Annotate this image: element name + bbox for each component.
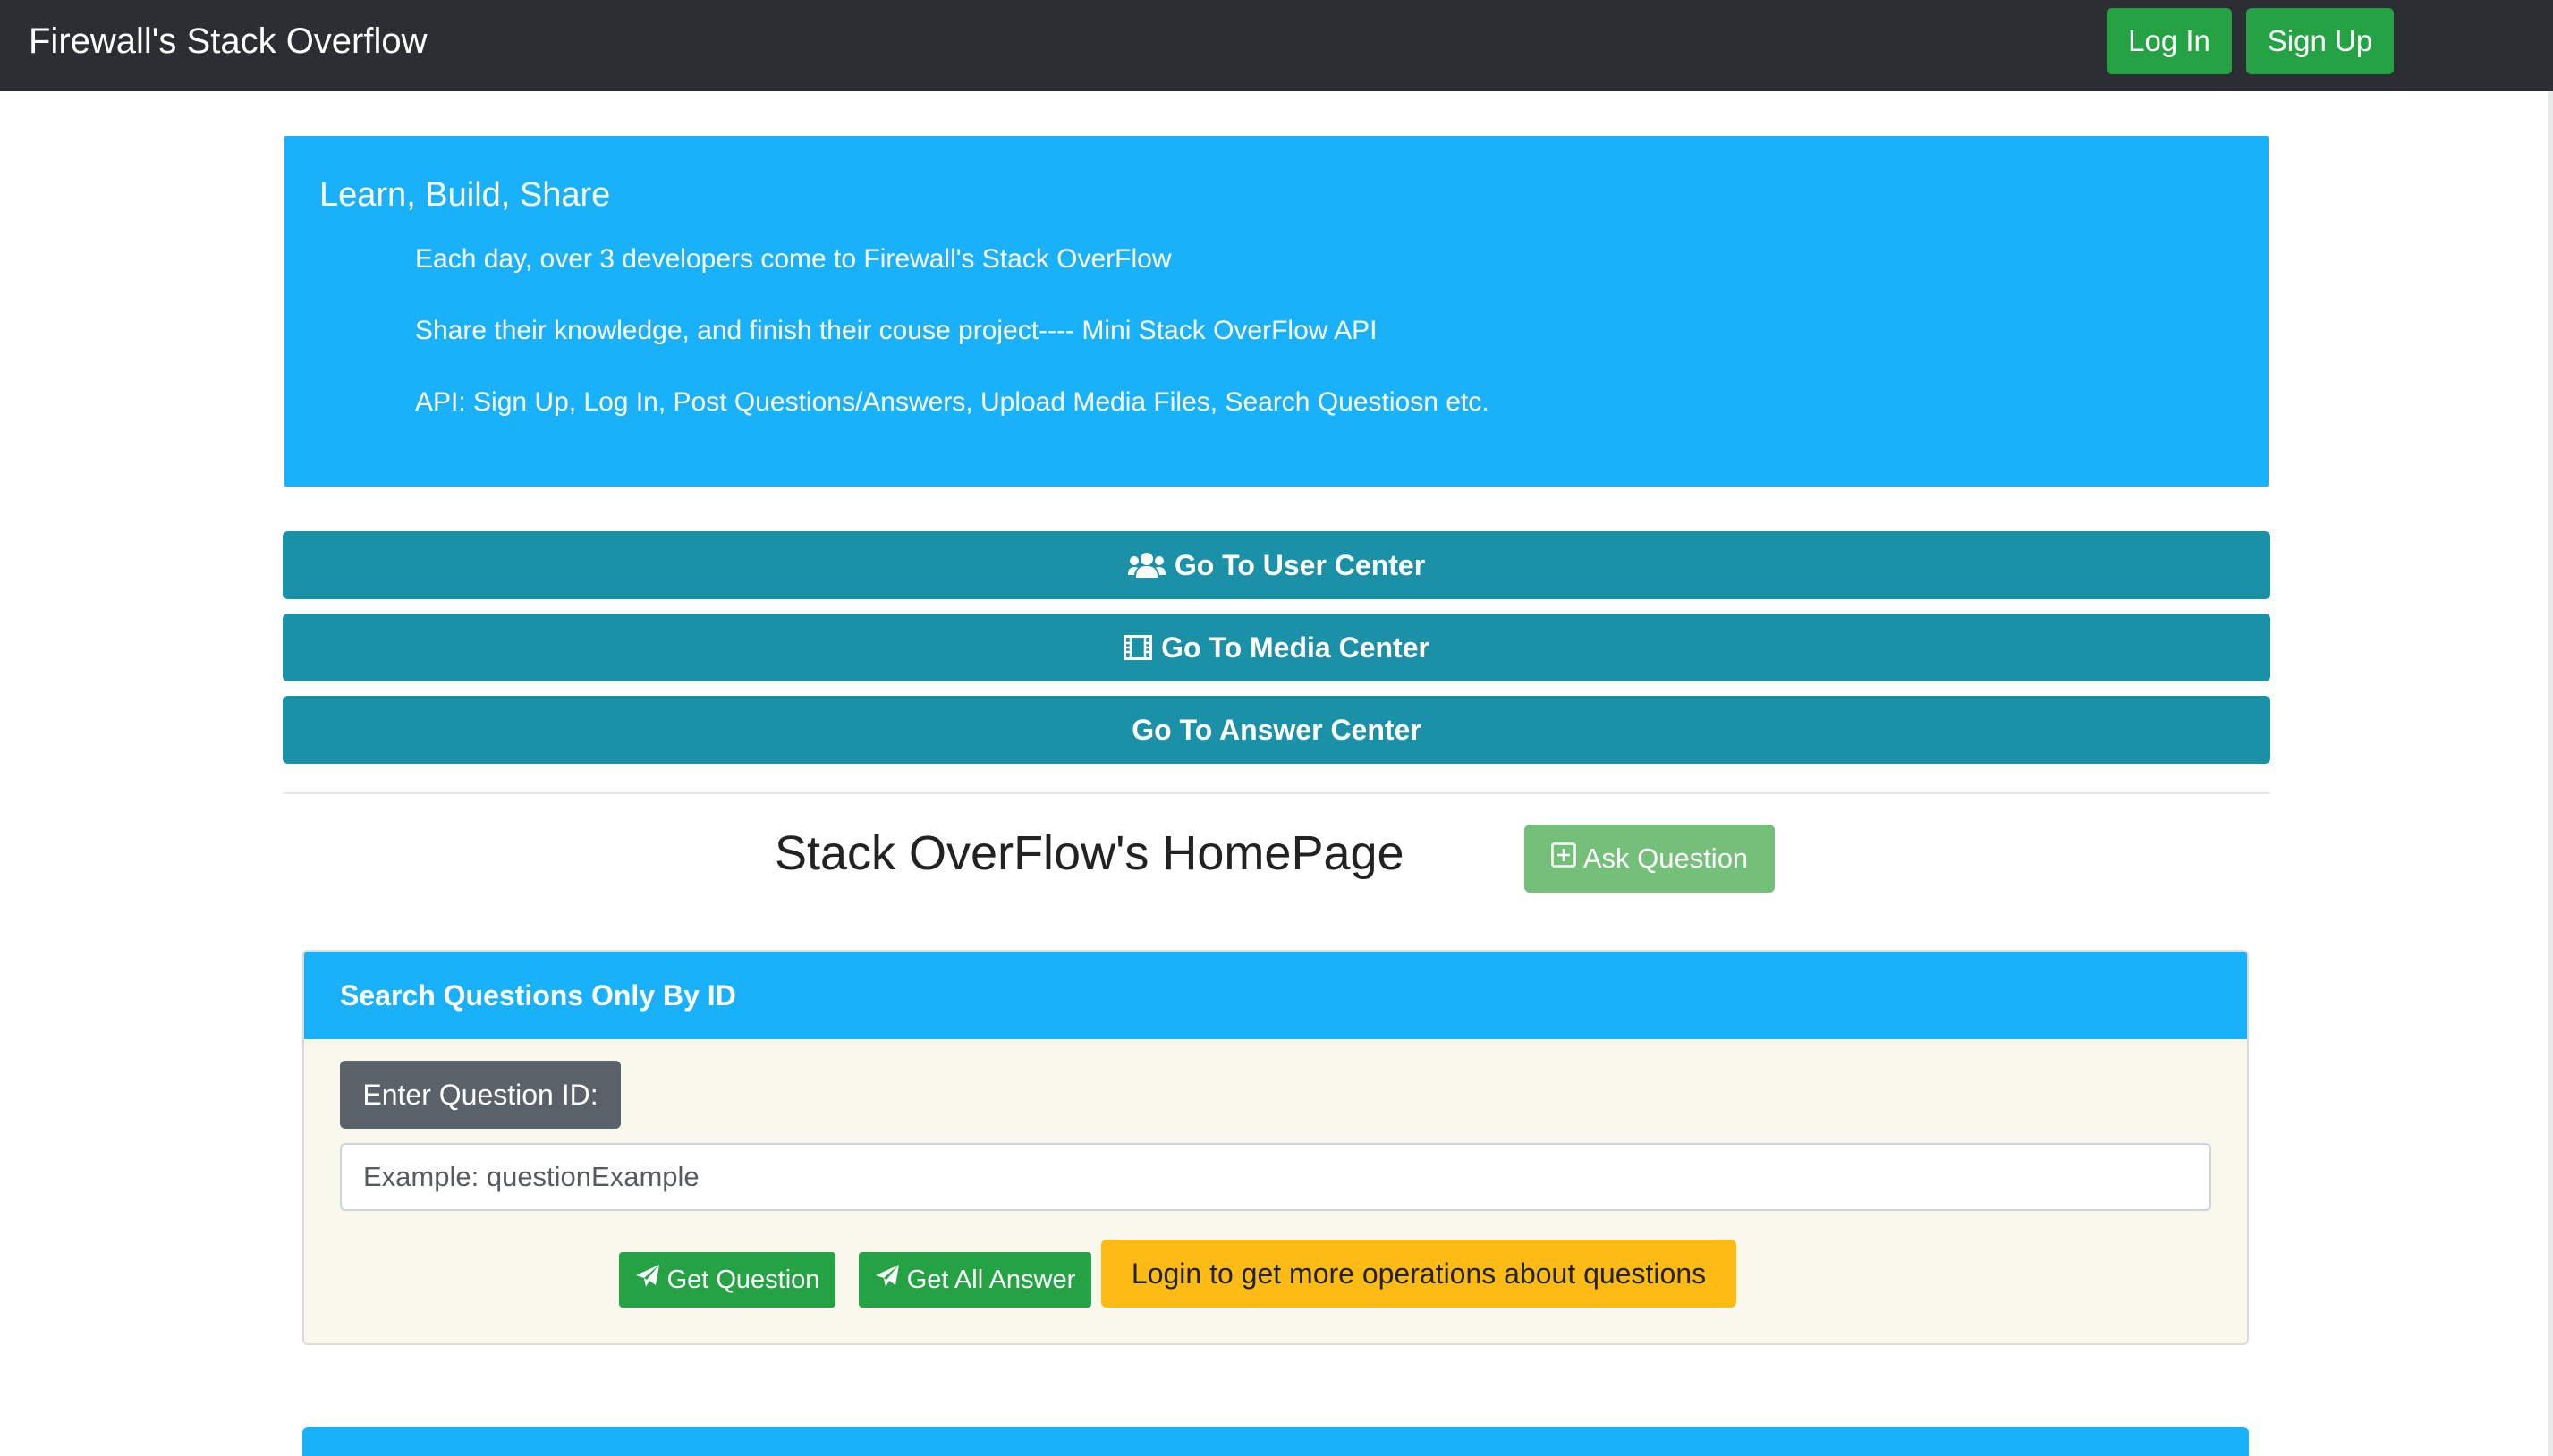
paper-plane-icon	[875, 1264, 900, 1296]
page-title: Stack OverFlow's HomePage	[775, 826, 1404, 880]
intro-line-2: Share their knowledge, and finish their …	[415, 316, 1378, 345]
login-for-more-button[interactable]: Login to get more operations about quest…	[1101, 1240, 1736, 1308]
user-center-label: Go To User Center	[1174, 548, 1426, 581]
ask-question-button[interactable]: Ask Question	[1524, 825, 1775, 893]
intro-heading: Learn, Build, Share	[319, 176, 611, 214]
paper-plane-icon	[635, 1264, 660, 1296]
ask-question-label: Ask Question	[1582, 842, 1749, 874]
user-center-button[interactable]: Go To User Center	[283, 531, 2270, 599]
intro-line-3: API: Sign Up, Log In, Post Questions/Ans…	[415, 387, 1489, 417]
search-card-header: Search Questions Only By ID	[304, 952, 2247, 1039]
next-card-header	[302, 1427, 2249, 1456]
media-center-button[interactable]: Go To Media Center	[283, 614, 2270, 681]
get-all-answer-button[interactable]: Get All Answer	[859, 1252, 1091, 1308]
answer-center-button[interactable]: Go To Answer Center	[283, 696, 2270, 764]
film-icon	[1124, 635, 1153, 660]
media-center-label: Go To Media Center	[1161, 631, 1429, 664]
question-id-input[interactable]	[340, 1143, 2211, 1211]
brand-title[interactable]: Firewall's Stack Overflow	[29, 20, 428, 63]
scrollbar-track[interactable]	[2548, 91, 2553, 1456]
login-button[interactable]: Log In	[2107, 8, 2232, 74]
answer-center-label: Go To Answer Center	[1132, 713, 1421, 746]
section-divider	[283, 792, 2270, 794]
get-question-label: Get Question	[666, 1265, 820, 1294]
get-all-answer-label: Get All Answer	[906, 1265, 1076, 1294]
question-id-label: Enter Question ID:	[340, 1061, 621, 1129]
get-question-button[interactable]: Get Question	[619, 1252, 835, 1308]
plus-square-icon	[1551, 842, 1576, 875]
intro-jumbotron: Learn, Build, Share Each day, over 3 dev…	[284, 136, 2269, 487]
users-icon	[1127, 552, 1166, 579]
search-card-title: Search Questions Only By ID	[340, 979, 736, 1012]
signup-button[interactable]: Sign Up	[2246, 8, 2394, 74]
top-navbar: Firewall's Stack Overflow Log In Sign Up	[0, 0, 2553, 91]
intro-line-1: Each day, over 3 developers come to Fire…	[415, 244, 1172, 274]
